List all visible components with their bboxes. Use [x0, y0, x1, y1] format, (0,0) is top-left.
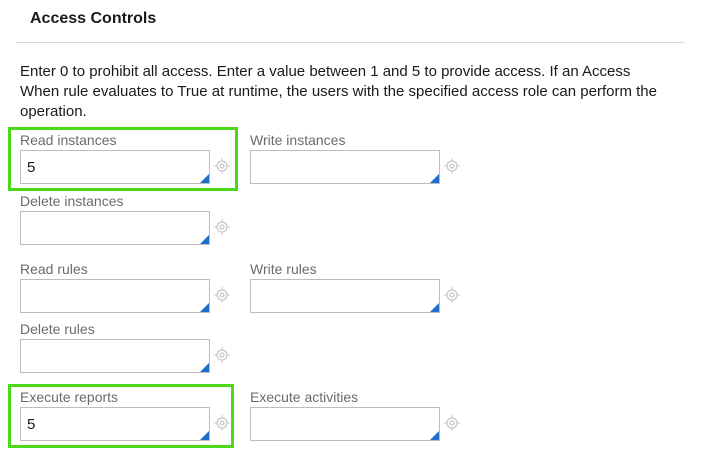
access-description: Enter 0 to prohibit all access. Enter a …: [20, 63, 657, 120]
target-icon[interactable]: [444, 287, 460, 303]
execute-reports-input[interactable]: [20, 407, 210, 441]
target-icon[interactable]: [214, 287, 230, 303]
execute-activities-label: Execute activities: [250, 389, 359, 405]
write-rules-label: Write rules: [250, 261, 317, 277]
read-rules-input[interactable]: [20, 279, 210, 313]
read-rules-label: Read rules: [20, 261, 88, 277]
write-instances-label: Write instances: [250, 132, 346, 148]
smart-prompt-corner-icon[interactable]: [430, 303, 439, 312]
delete-rules-label: Delete rules: [20, 321, 95, 337]
section-title: Access Controls: [30, 10, 157, 27]
smart-prompt-corner-icon[interactable]: [200, 235, 209, 244]
read-instances-label: Read instances: [20, 132, 117, 148]
delete-rules-input[interactable]: [20, 339, 210, 373]
target-icon[interactable]: [444, 158, 460, 174]
smart-prompt-corner-icon[interactable]: [430, 431, 439, 440]
target-icon[interactable]: [214, 158, 230, 174]
delete-instances-label: Delete instances: [20, 193, 124, 209]
target-icon[interactable]: [214, 219, 230, 235]
target-icon[interactable]: [214, 347, 230, 363]
section-divider: [16, 42, 684, 43]
execute-reports-label: Execute reports: [20, 389, 119, 405]
smart-prompt-corner-icon[interactable]: [200, 174, 209, 183]
target-icon[interactable]: [214, 415, 230, 431]
smart-prompt-corner-icon[interactable]: [200, 363, 209, 372]
write-rules-input[interactable]: [250, 279, 440, 313]
smart-prompt-corner-icon[interactable]: [430, 174, 439, 183]
target-icon[interactable]: [444, 415, 460, 431]
read-instances-input[interactable]: [20, 150, 210, 184]
delete-instances-input[interactable]: [20, 211, 210, 245]
smart-prompt-corner-icon[interactable]: [200, 431, 209, 440]
write-instances-input[interactable]: [250, 150, 440, 184]
execute-activities-input[interactable]: [250, 407, 440, 441]
smart-prompt-corner-icon[interactable]: [200, 303, 209, 312]
